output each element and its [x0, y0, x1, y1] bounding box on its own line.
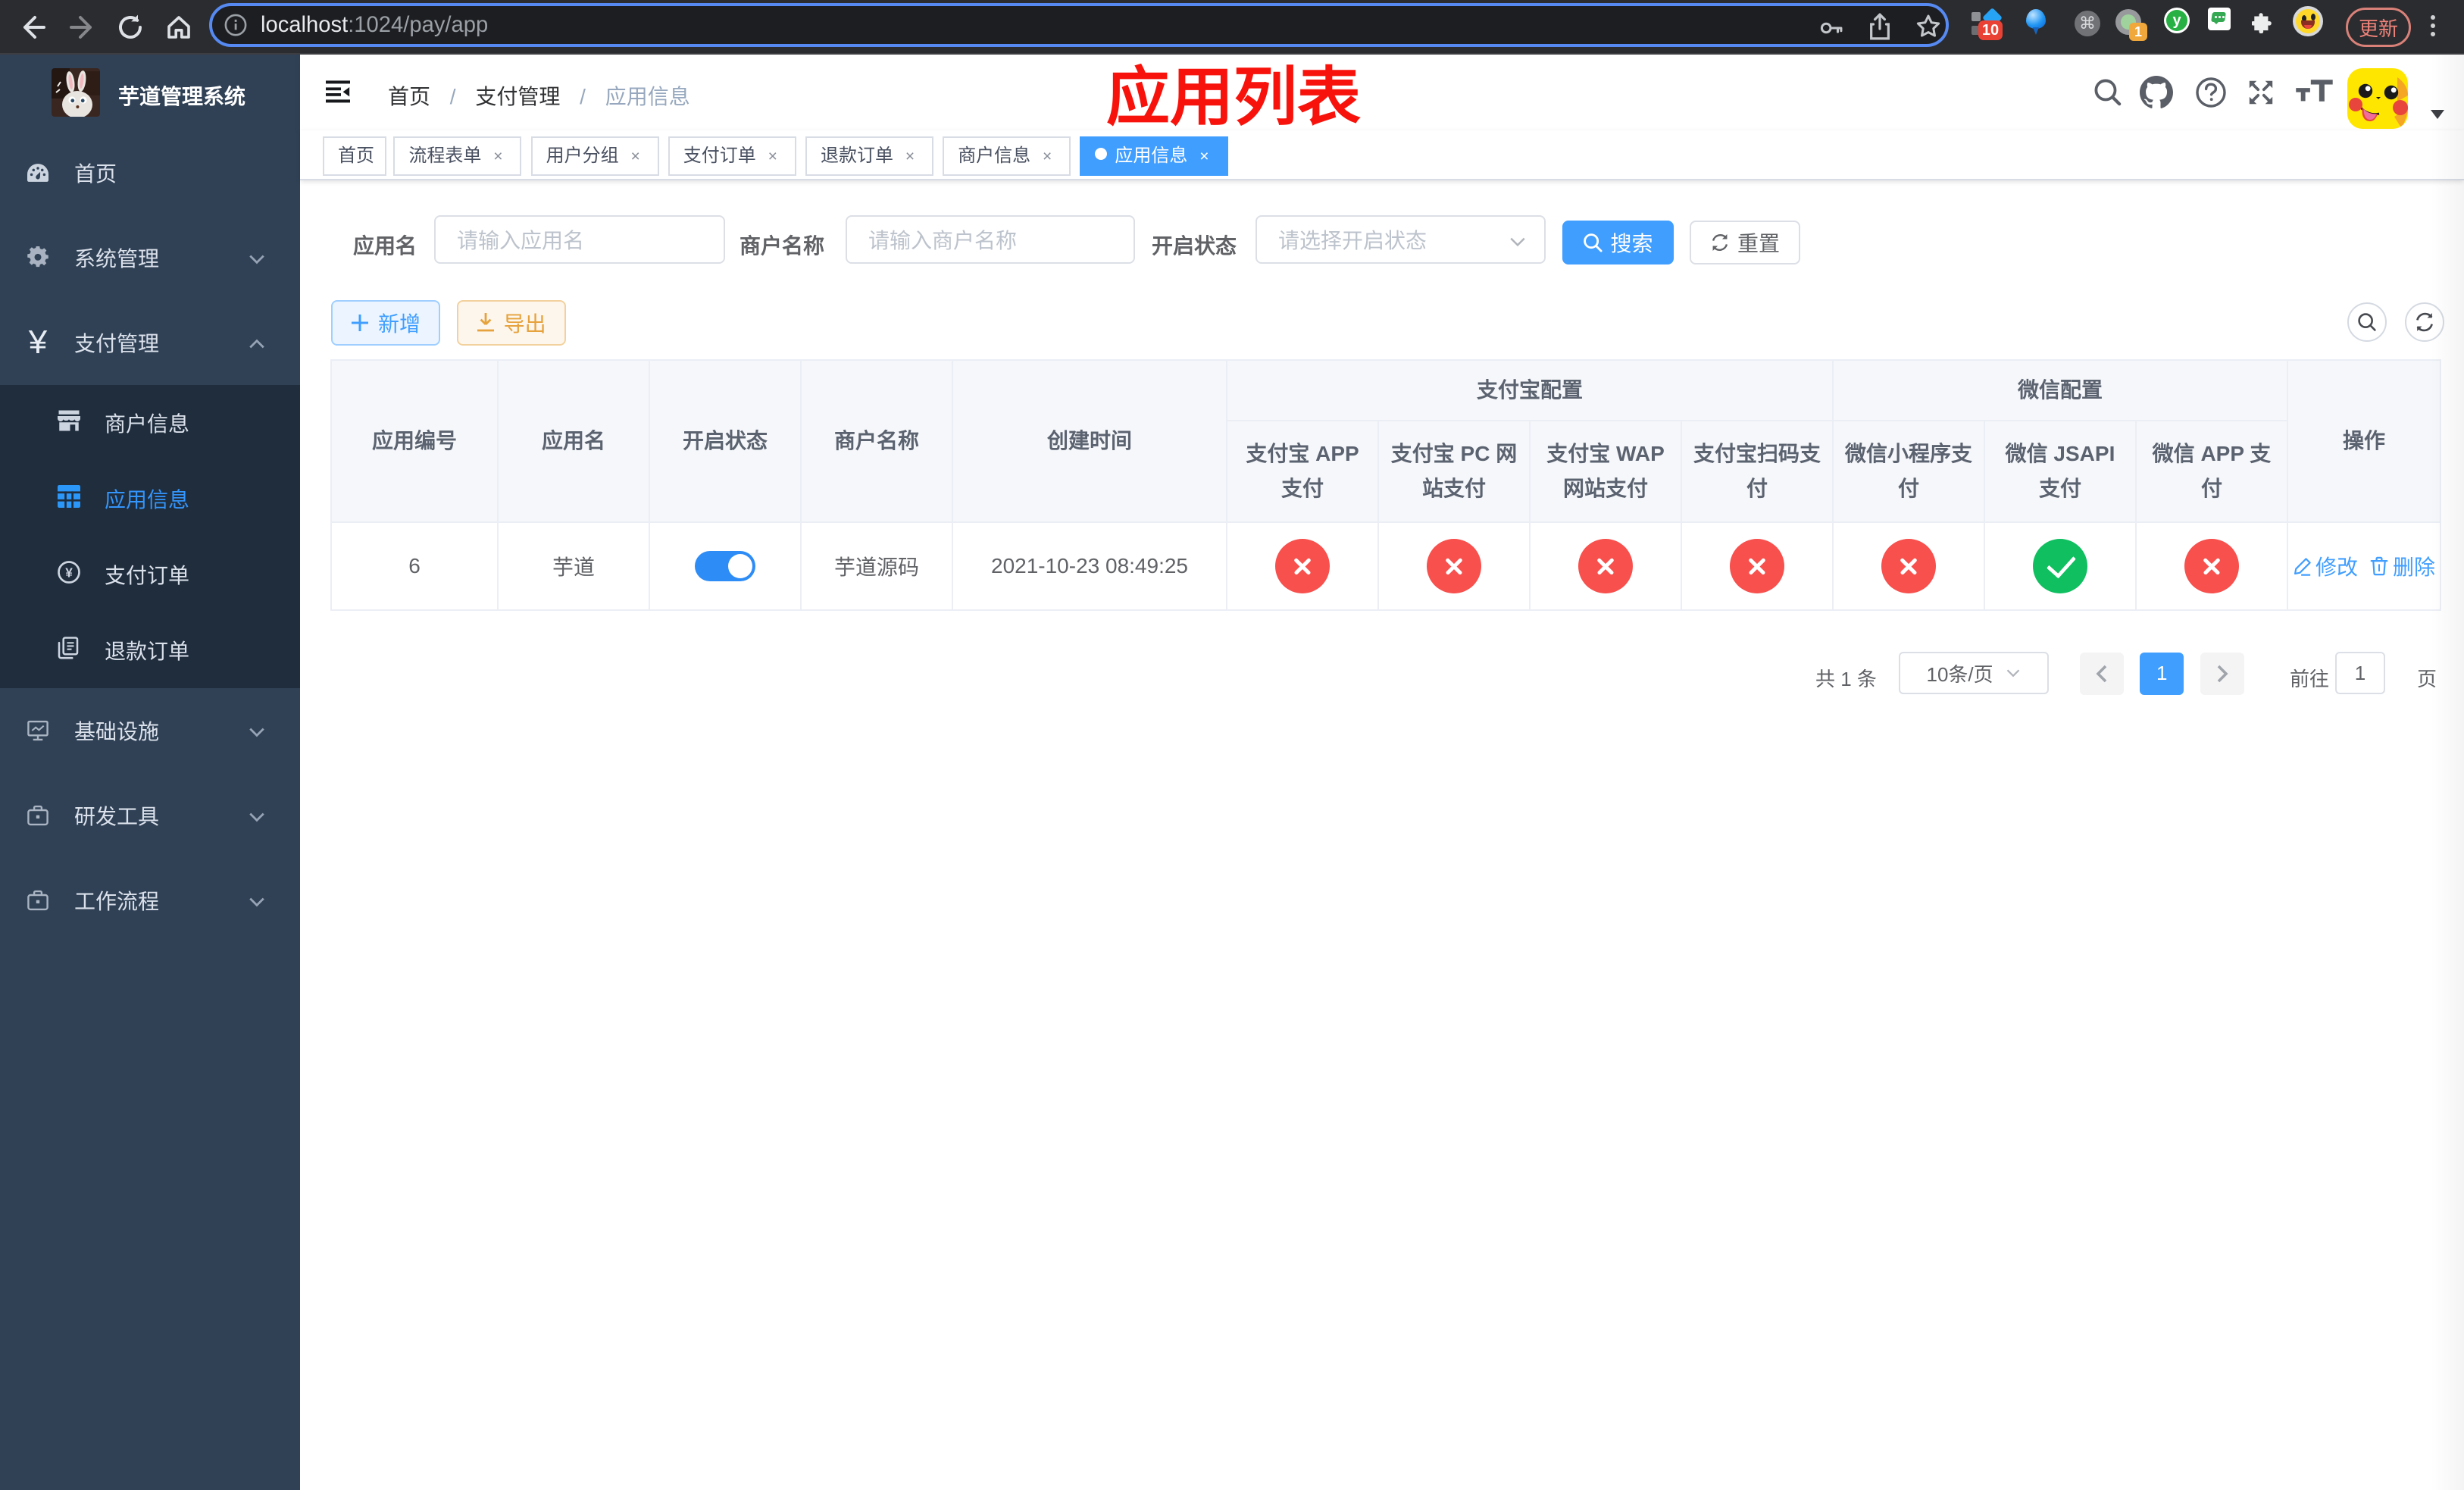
svg-text:¥: ¥ [65, 565, 73, 580]
